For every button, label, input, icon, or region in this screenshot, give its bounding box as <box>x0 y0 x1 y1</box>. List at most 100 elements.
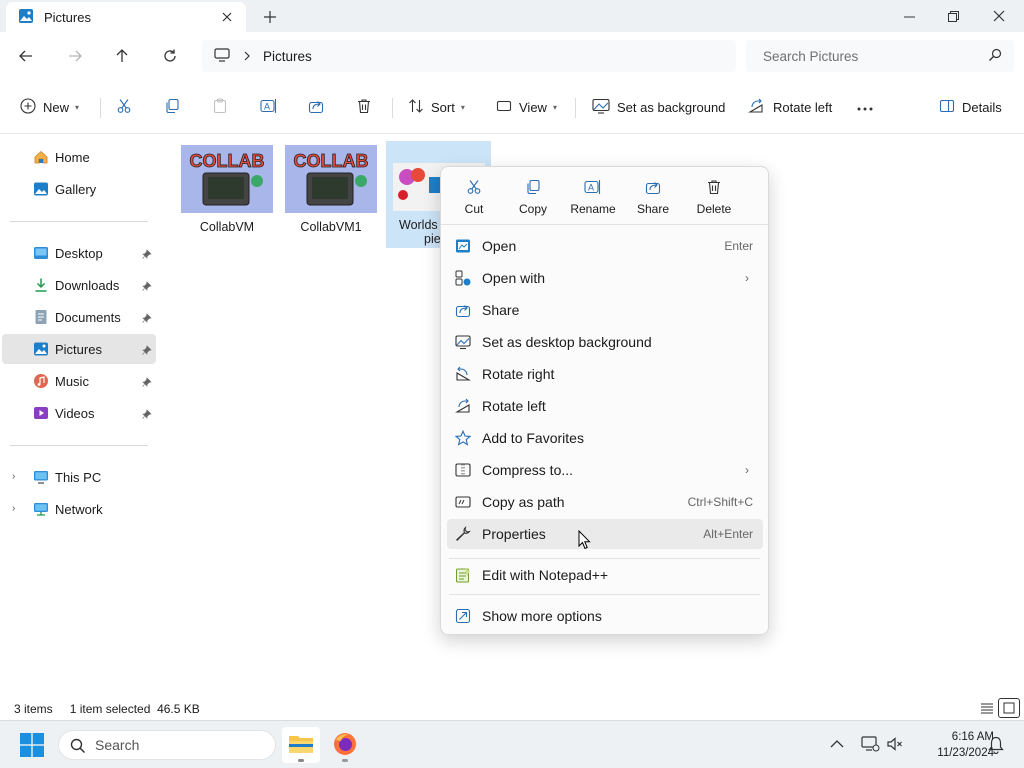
chevron-down-icon: ▾ <box>460 102 465 112</box>
rotate-left-button[interactable]: Rotate left <box>747 95 832 119</box>
sidebar-item-videos[interactable]: Videos <box>2 398 156 428</box>
rotate-right-icon <box>455 366 471 382</box>
details-button[interactable]: Details <box>939 95 1002 119</box>
menu-item-label: Open with <box>482 270 546 286</box>
desktop-icon <box>33 245 49 261</box>
sidebar-item-gallery[interactable]: Gallery <box>2 174 156 204</box>
scissors-icon <box>446 177 502 197</box>
chevron-up-icon[interactable] <box>830 737 844 752</box>
refresh-icon[interactable] <box>158 44 182 68</box>
set-as-background-button[interactable]: Set as background <box>592 95 725 119</box>
chevron-right-icon[interactable]: › <box>12 471 15 482</box>
menu-item-compress-to[interactable]: Compress to... › <box>447 455 763 485</box>
menu-item-rotate-left[interactable]: Rotate left <box>447 391 763 421</box>
large-icons-view-icon[interactable] <box>998 698 1020 718</box>
pin-icon[interactable] <box>142 279 152 294</box>
close-icon[interactable] <box>976 0 1022 32</box>
menu-item-open-with[interactable]: Open with › <box>447 263 763 293</box>
pin-icon[interactable] <box>142 343 152 358</box>
file-explorer-taskbar-button[interactable] <box>282 727 320 763</box>
chevron-right-icon[interactable]: › <box>12 503 15 514</box>
menu-item-edit-with-notepad-plus-plus[interactable]: Edit with Notepad++ <box>447 560 763 590</box>
share-icon <box>625 177 681 197</box>
menu-item-open[interactable]: Open Enter <box>447 231 763 261</box>
menu-item-show-more-options[interactable]: Show more options <box>447 601 763 631</box>
sidebar-item-desktop[interactable]: Desktop <box>2 238 156 268</box>
windows-start-icon[interactable] <box>20 733 44 760</box>
cut-button[interactable] <box>116 95 132 119</box>
menu-item-set-as-desktop-background[interactable]: Set as desktop background <box>447 327 763 357</box>
menu-item-rotate-right[interactable]: Rotate right <box>447 359 763 389</box>
menu-item-copy-as-path[interactable]: Copy as path Ctrl+Shift+C <box>447 487 763 517</box>
pin-icon[interactable] <box>142 375 152 390</box>
menu-item-properties[interactable]: Properties Alt+Enter <box>447 519 763 549</box>
sidebar-item-downloads[interactable]: Downloads <box>2 270 156 300</box>
wallpaper-icon <box>592 98 610 117</box>
firefox-taskbar-button[interactable] <box>326 727 364 763</box>
running-indicator <box>342 759 348 762</box>
pin-icon[interactable] <box>142 311 152 326</box>
back-arrow-icon[interactable] <box>14 44 38 68</box>
chevron-right-icon[interactable] <box>244 49 251 64</box>
address-bar[interactable]: Pictures <box>202 40 736 72</box>
taskbar: Search 6:16 AM 11/23/2024 <box>0 720 1024 768</box>
sort-button[interactable]: Sort ▾ <box>408 95 465 119</box>
search-input[interactable]: Search Pictures <box>746 40 1014 72</box>
sidebar-item-this-pc[interactable]: › This PC <box>2 462 156 492</box>
share-button[interactable] <box>308 95 324 119</box>
sidebar-item-music[interactable]: Music <box>2 366 156 396</box>
context-delete-button[interactable]: Delete <box>686 177 742 216</box>
file-item-collabvm[interactable]: COLLAB CollabVM <box>177 142 277 234</box>
more-options-button[interactable] <box>856 95 874 119</box>
sidebar-item-pictures[interactable]: Pictures <box>2 334 156 364</box>
chevron-right-icon: › <box>745 463 749 477</box>
copy-button[interactable] <box>164 95 180 119</box>
new-tab-icon[interactable] <box>260 7 280 27</box>
context-copy-button[interactable]: Copy <box>505 177 561 216</box>
details-pane-icon <box>939 98 955 117</box>
tab-pictures[interactable]: Pictures <box>6 2 246 32</box>
view-button[interactable]: View ▾ <box>496 95 557 119</box>
pin-icon[interactable] <box>142 247 152 262</box>
zip-folder-icon <box>455 462 471 478</box>
file-item-collabvm1[interactable]: COLLAB CollabVM1 <box>281 142 381 234</box>
details-view-icon[interactable] <box>979 700 995 719</box>
sidebar-item-label: Network <box>55 501 103 517</box>
volume-muted-icon[interactable] <box>886 736 904 755</box>
share-icon <box>455 302 471 318</box>
pictures-icon <box>18 8 34 27</box>
active-indicator <box>298 759 304 762</box>
menu-item-share[interactable]: Share <box>447 295 763 325</box>
new-label: New <box>43 99 70 115</box>
context-cut-button[interactable]: Cut <box>446 177 502 216</box>
delete-button[interactable] <box>356 95 372 119</box>
clock[interactable]: 6:16 AM 11/23/2024 <box>912 729 994 761</box>
forward-arrow-icon[interactable] <box>63 44 87 68</box>
notification-bell-icon[interactable] <box>988 736 1004 757</box>
sidebar-item-home[interactable]: Home <box>2 142 156 172</box>
set-as-background-label: Set as background <box>617 99 726 115</box>
maximize-icon[interactable] <box>930 0 976 32</box>
context-share-button[interactable]: Share <box>625 177 681 216</box>
context-share-label: Share <box>636 202 670 216</box>
navigation-pane: Home Gallery Desktop Downloads Documents… <box>0 135 160 695</box>
network-status-icon[interactable] <box>860 735 880 756</box>
rename-button[interactable]: A <box>260 95 278 119</box>
view-label: View <box>519 99 547 115</box>
up-arrow-icon[interactable] <box>110 44 134 68</box>
sidebar-item-network[interactable]: › Network <box>2 494 156 524</box>
taskbar-search[interactable]: Search <box>58 730 276 760</box>
menu-item-label: Compress to... <box>482 462 574 478</box>
menu-item-add-to-favorites[interactable]: Add to Favorites <box>447 423 763 453</box>
sidebar-item-documents[interactable]: Documents <box>2 302 156 332</box>
context-rename-button[interactable]: A Rename <box>565 177 621 216</box>
firefox-icon <box>333 732 357 759</box>
music-icon <box>33 373 49 389</box>
minimize-icon[interactable] <box>886 0 932 32</box>
pin-icon[interactable] <box>142 407 152 422</box>
close-tab-icon[interactable] <box>218 8 236 26</box>
paste-button[interactable] <box>212 95 228 119</box>
chevron-down-icon: ▾ <box>552 102 557 112</box>
breadcrumb-pictures[interactable]: Pictures <box>263 49 312 64</box>
new-button[interactable]: New ▾ <box>20 95 79 119</box>
